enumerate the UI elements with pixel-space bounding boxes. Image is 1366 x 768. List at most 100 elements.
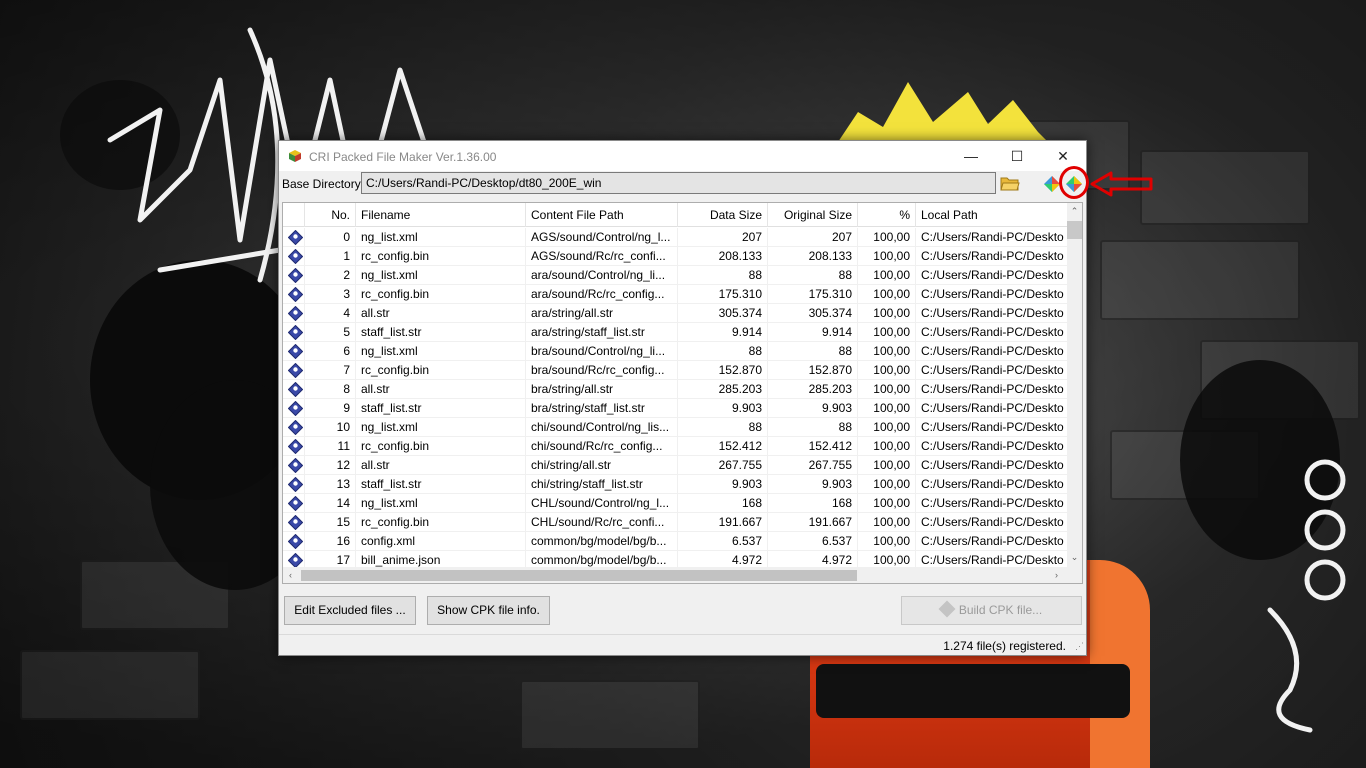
table-row[interactable]: 9 staff_list.str bra/string/staff_list.str… bbox=[283, 399, 1067, 418]
cell-content-path: common/bg/model/bg/b... bbox=[526, 532, 678, 551]
cell-original-size: 305.374 bbox=[768, 304, 858, 323]
cell-local-path: C:/Users/Randi-PC/Deskto bbox=[921, 420, 1064, 434]
build-cpk-file-button[interactable]: Build CPK file... bbox=[901, 596, 1082, 625]
cell-local-path: C:/Users/Randi-PC/Deskto bbox=[921, 363, 1064, 377]
annotation-arrow-icon bbox=[1090, 171, 1153, 197]
cell-data-size: 175.310 bbox=[678, 285, 768, 304]
row-icon-cell bbox=[283, 361, 305, 380]
cpk-file-icon bbox=[288, 268, 303, 283]
status-bar: 1.274 file(s) registered. ⋰ bbox=[279, 634, 1086, 655]
cell-original-size: 9.903 bbox=[768, 475, 858, 494]
cell-data-size: 191.667 bbox=[678, 513, 768, 532]
cell-original-size: 88 bbox=[768, 418, 858, 437]
cell-content-path: bra/string/all.str bbox=[526, 380, 678, 399]
cell-filename: ng_list.xml bbox=[356, 418, 526, 437]
cell-original-size: 168 bbox=[768, 494, 858, 513]
table-row[interactable]: 13 staff_list.str chi/string/staff_list.st… bbox=[283, 475, 1067, 494]
cell-no: 11 bbox=[305, 437, 356, 456]
cell-percent: 100,00 bbox=[858, 456, 916, 475]
horizontal-scroll-thumb[interactable] bbox=[301, 570, 857, 581]
cell-original-size: 9.903 bbox=[768, 399, 858, 418]
cell-filename: all.str bbox=[356, 456, 526, 475]
cell-no: 6 bbox=[305, 342, 356, 361]
maximize-button[interactable]: ☐ bbox=[994, 141, 1040, 171]
scroll-left-icon[interactable]: ‹ bbox=[283, 567, 298, 583]
cpk-file-icon bbox=[288, 325, 303, 340]
row-icon-cell bbox=[283, 399, 305, 418]
cell-no: 16 bbox=[305, 532, 356, 551]
annotation-circle bbox=[1059, 166, 1089, 199]
header-local-path[interactable]: Local Path bbox=[916, 203, 1067, 227]
table-row[interactable]: 3 rc_config.bin ara/sound/Rc/rc_config... 1… bbox=[283, 285, 1067, 304]
row-icon-cell bbox=[283, 437, 305, 456]
cpk-file-icon bbox=[288, 306, 303, 321]
cell-no: 5 bbox=[305, 323, 356, 342]
cell-no: 12 bbox=[305, 456, 356, 475]
edit-excluded-files-button[interactable]: Edit Excluded files ... bbox=[284, 596, 416, 625]
header-filename[interactable]: Filename bbox=[356, 203, 526, 227]
scroll-right-icon[interactable]: › bbox=[1049, 567, 1064, 583]
cpk-file-icon bbox=[288, 344, 303, 359]
minimize-icon: — bbox=[964, 148, 978, 164]
header-data-size[interactable]: Data Size bbox=[678, 203, 768, 227]
file-table[interactable]: No. Filename Content File Path Data Size… bbox=[282, 202, 1083, 584]
row-icon-cell bbox=[283, 475, 305, 494]
cell-original-size: 6.537 bbox=[768, 532, 858, 551]
table-row[interactable]: 6 ng_list.xml bra/sound/Control/ng_li... 88… bbox=[283, 342, 1067, 361]
cpk-file-icon bbox=[288, 553, 303, 568]
table-row[interactable]: 8 all.str bra/string/all.str 285.203 285.203… bbox=[283, 380, 1067, 399]
cell-percent: 100,00 bbox=[858, 380, 916, 399]
cell-original-size: 88 bbox=[768, 266, 858, 285]
table-row[interactable]: 2 ng_list.xml ara/sound/Control/ng_li... 88… bbox=[283, 266, 1067, 285]
resize-grip-icon[interactable]: ⋰ bbox=[1075, 641, 1084, 652]
vertical-scroll-thumb[interactable] bbox=[1067, 221, 1082, 239]
table-row[interactable]: 12 all.str chi/string/all.str 267.755 267.75… bbox=[283, 456, 1067, 475]
table-row[interactable]: 7 rc_config.bin bra/sound/Rc/rc_config... 1… bbox=[283, 361, 1067, 380]
cell-content-path: AGS/sound/Rc/rc_confi... bbox=[526, 247, 678, 266]
table-row[interactable]: 14 ng_list.xml CHL/sound/Control/ng_l... 16… bbox=[283, 494, 1067, 513]
table-row[interactable]: 11 rc_config.bin chi/sound/Rc/rc_config...… bbox=[283, 437, 1067, 456]
cell-data-size: 267.755 bbox=[678, 456, 768, 475]
cell-content-path: ara/sound/Rc/rc_config... bbox=[526, 285, 678, 304]
header-original-size[interactable]: Original Size bbox=[768, 203, 858, 227]
header-percent[interactable]: % bbox=[858, 203, 916, 227]
cell-content-path: bra/string/staff_list.str bbox=[526, 399, 678, 418]
cpk-file-icon bbox=[288, 534, 303, 549]
title-bar[interactable]: CRI Packed File Maker Ver.1.36.00 — ☐ ✕ bbox=[279, 141, 1086, 171]
scroll-up-icon[interactable]: ⌃ bbox=[1067, 203, 1082, 219]
cell-data-size: 9.903 bbox=[678, 399, 768, 418]
cell-local-path: C:/Users/Randi-PC/Deskto bbox=[921, 439, 1064, 453]
cell-data-size: 208.133 bbox=[678, 247, 768, 266]
cell-no: 2 bbox=[305, 266, 356, 285]
cell-content-path: ara/string/all.str bbox=[526, 304, 678, 323]
header-content-path[interactable]: Content File Path bbox=[526, 203, 678, 227]
cell-filename: staff_list.str bbox=[356, 399, 526, 418]
cpk-file-icon bbox=[288, 230, 303, 245]
open-folder-icon[interactable] bbox=[1000, 174, 1020, 192]
table-row[interactable]: 1 rc_config.bin AGS/sound/Rc/rc_confi... 20… bbox=[283, 247, 1067, 266]
cpk-file-icon bbox=[288, 363, 303, 378]
cell-filename: staff_list.str bbox=[356, 323, 526, 342]
cell-data-size: 88 bbox=[678, 342, 768, 361]
table-row[interactable]: 10 ng_list.xml chi/sound/Control/ng_lis...… bbox=[283, 418, 1067, 437]
scroll-down-icon[interactable]: ⌄ bbox=[1067, 549, 1082, 565]
show-cpk-file-info-button[interactable]: Show CPK file info. bbox=[427, 596, 550, 625]
minimize-button[interactable]: — bbox=[948, 141, 994, 171]
cell-data-size: 9.903 bbox=[678, 475, 768, 494]
row-icon-cell bbox=[283, 380, 305, 399]
maximize-icon: ☐ bbox=[1010, 147, 1024, 164]
header-no[interactable]: No. bbox=[305, 203, 356, 227]
vertical-scrollbar[interactable]: ⌃ ⌄ bbox=[1067, 203, 1082, 567]
base-directory-field[interactable] bbox=[361, 172, 996, 194]
cell-original-size: 152.870 bbox=[768, 361, 858, 380]
row-icon-cell bbox=[283, 456, 305, 475]
table-row[interactable]: 15 rc_config.bin CHL/sound/Rc/rc_confi... 1… bbox=[283, 513, 1067, 532]
cell-no: 0 bbox=[305, 228, 356, 247]
table-row[interactable]: 0 ng_list.xml AGS/sound/Control/ng_l... 207… bbox=[283, 228, 1067, 247]
table-row[interactable]: 16 config.xml common/bg/model/bg/b... 6.537… bbox=[283, 532, 1067, 551]
table-row[interactable]: 4 all.str ara/string/all.str 305.374 305.374… bbox=[283, 304, 1067, 323]
cell-content-path: AGS/sound/Control/ng_l... bbox=[526, 228, 678, 247]
cell-filename: ng_list.xml bbox=[356, 266, 526, 285]
table-row[interactable]: 5 staff_list.str ara/string/staff_list.str… bbox=[283, 323, 1067, 342]
row-icon-cell bbox=[283, 532, 305, 551]
